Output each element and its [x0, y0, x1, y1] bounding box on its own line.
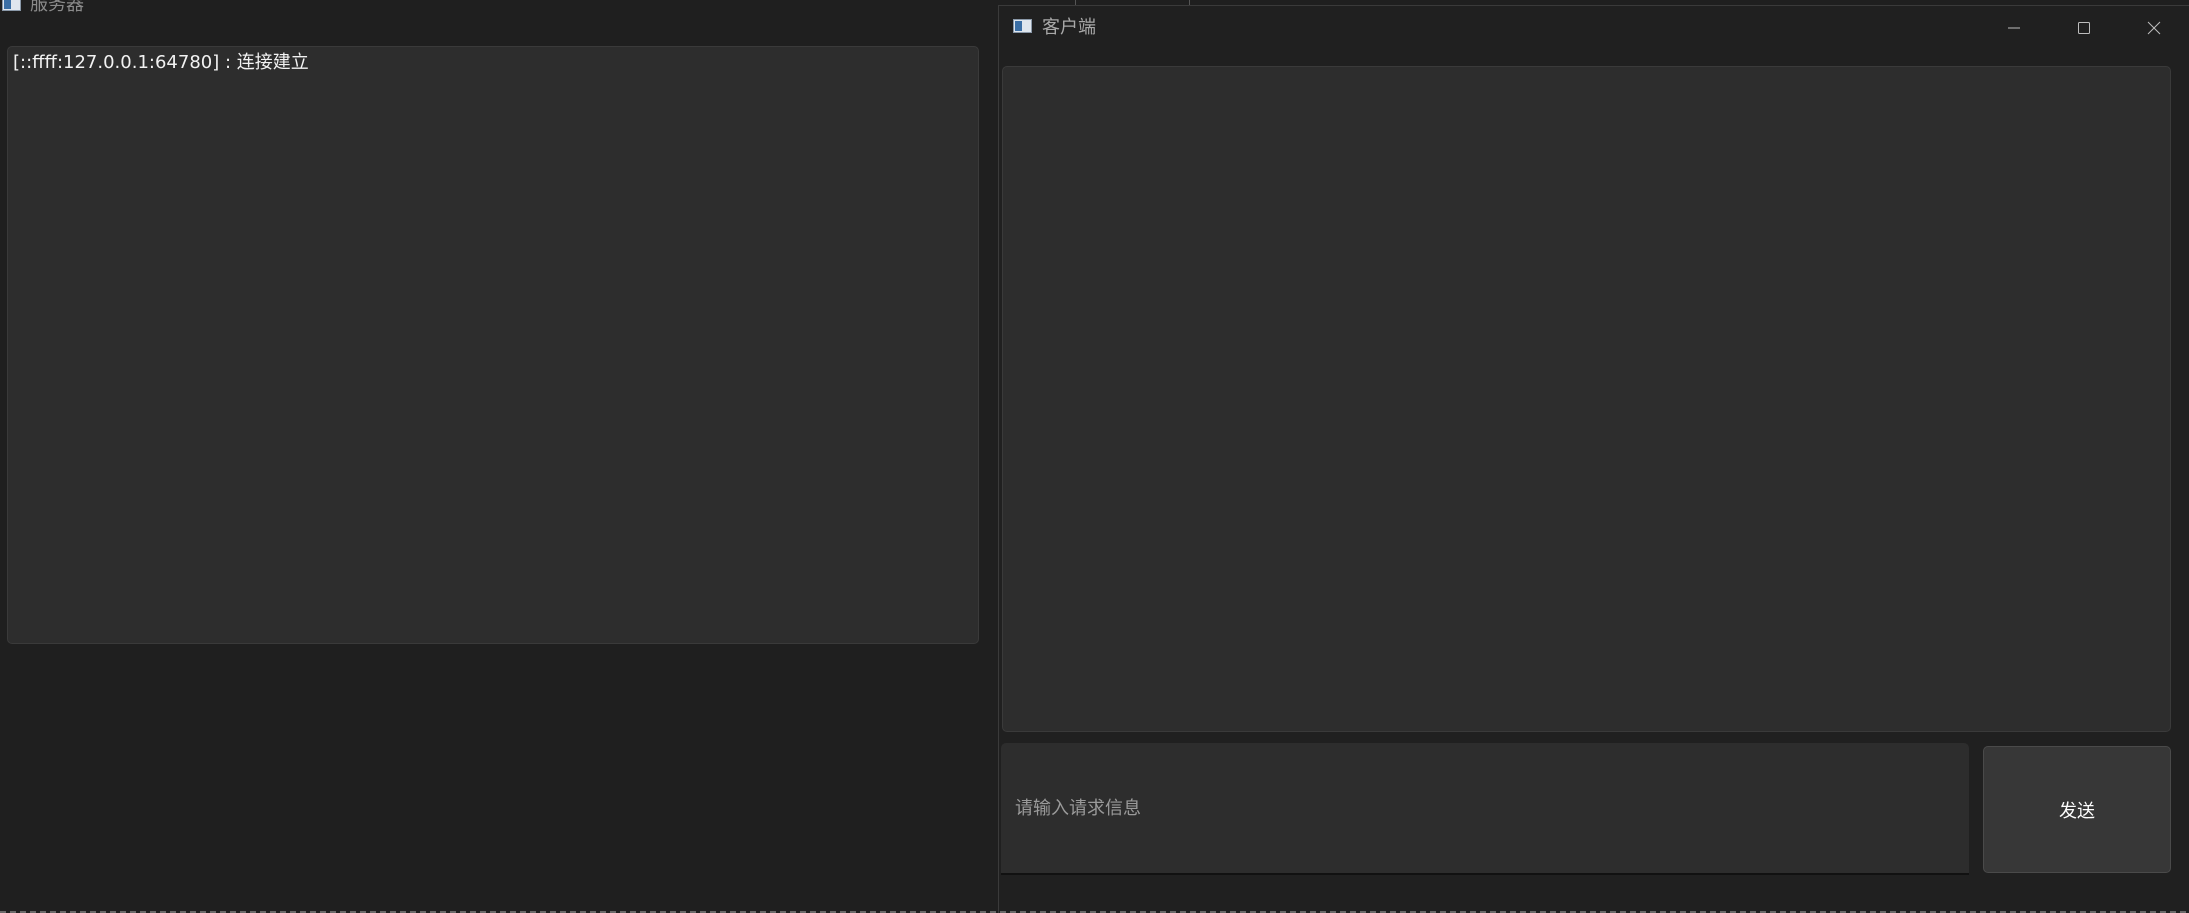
- client-window-title: 客户端: [1042, 17, 1096, 38]
- request-input[interactable]: [1001, 743, 1969, 875]
- client-window: 客户端 请输入请求信息 发送: [998, 5, 2189, 913]
- server-log-panel[interactable]: [::ffff:127.0.0.1:64780] : 连接建立: [7, 46, 979, 644]
- log-line: [::ffff:127.0.0.1:64780] : 连接建立: [13, 52, 309, 73]
- minimize-button[interactable]: [1979, 6, 2049, 50]
- window-controls: [1979, 6, 2189, 50]
- close-icon: [2147, 21, 2161, 35]
- server-titlebar[interactable]: 服务器: [0, 0, 995, 18]
- server-window-title: 服务器: [30, 0, 84, 15]
- app-window-icon: [1, 0, 23, 12]
- server-window: 服务器 [::ffff:127.0.0.1:64780] : 连接建立: [0, 0, 995, 913]
- client-titlebar[interactable]: 客户端: [999, 6, 2189, 50]
- send-button[interactable]: 发送: [1983, 746, 2171, 873]
- client-messages-panel[interactable]: [1002, 66, 2171, 732]
- app-window-icon: [1012, 18, 1034, 34]
- close-button[interactable]: [2119, 6, 2189, 50]
- maximize-button[interactable]: [2049, 6, 2119, 50]
- desktop: 服务器 [::ffff:127.0.0.1:64780] : 连接建立 客户端: [0, 0, 2189, 913]
- maximize-icon: [2078, 22, 2090, 34]
- minimize-icon: [2008, 27, 2020, 29]
